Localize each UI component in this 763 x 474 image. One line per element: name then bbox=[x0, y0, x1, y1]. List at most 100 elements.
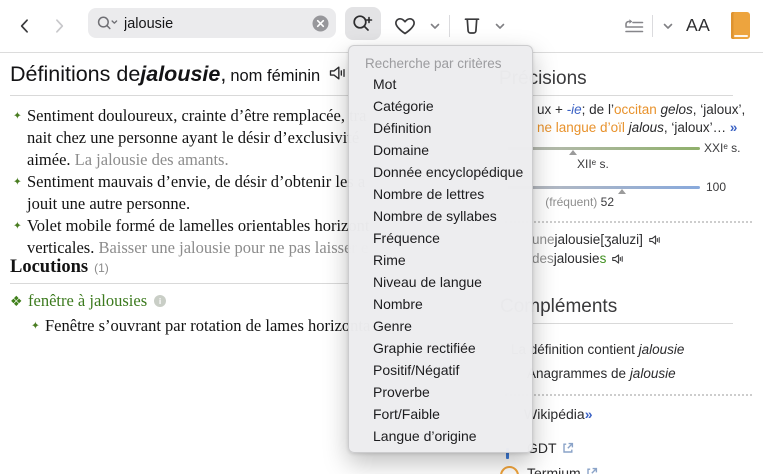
etym-text: ux + bbox=[537, 102, 567, 117]
menu-item-proverbe[interactable]: Proverbe bbox=[349, 381, 532, 403]
etymology-line: ne langue d’oïl jalous, ‘jaloux’… » bbox=[537, 120, 737, 135]
pronounced-word: jalousie bbox=[555, 232, 601, 247]
menu-item-genre[interactable]: Genre bbox=[349, 315, 532, 337]
complements-divider bbox=[508, 323, 733, 324]
headword: jalousie bbox=[140, 62, 220, 87]
menu-item-rime[interactable]: Rime bbox=[349, 249, 532, 271]
dictionary-book-icon[interactable] bbox=[731, 12, 750, 39]
menu-item-definition[interactable]: Définition bbox=[349, 117, 532, 139]
menu-header: Recherche par critères bbox=[349, 55, 532, 73]
speaker-icon[interactable] bbox=[648, 233, 662, 250]
text-size-button[interactable]: AA bbox=[686, 15, 710, 36]
list-arrow-icon bbox=[621, 14, 647, 38]
menu-item-categorie[interactable]: Catégorie bbox=[349, 95, 532, 117]
panels-menu-button[interactable] bbox=[660, 19, 676, 33]
menu-item-langue-origine[interactable]: Langue d’origine bbox=[349, 425, 532, 447]
definition-line: nait chez une personne ayant le désir d’… bbox=[27, 128, 359, 148]
bullet-icon: ✦ bbox=[31, 320, 40, 332]
locution-bullet-icon: ❖ bbox=[10, 294, 23, 310]
etym-text: , ‘jaloux’, bbox=[693, 102, 746, 117]
definition-text: Sentiment douloureux, crainte d’être rem… bbox=[27, 106, 366, 125]
definition-line: verticales. Baisser une jalousie pour ne… bbox=[27, 238, 368, 258]
menu-item-fort-faible[interactable]: Fort/Faible bbox=[349, 403, 532, 425]
menu-item-domaine[interactable]: Domaine bbox=[349, 139, 532, 161]
locution-link[interactable]: fenêtre à jalousies i bbox=[28, 291, 166, 311]
section-dotted-divider bbox=[505, 394, 752, 396]
definition-text: Volet mobile formé de lamelles orientabl… bbox=[27, 216, 369, 235]
termium-label: Termium bbox=[527, 465, 581, 474]
complement-link[interactable]: Anagrammes de jalousie bbox=[527, 366, 676, 381]
century-timeline bbox=[508, 147, 700, 150]
definition-text: nait chez une personne ayant le désir d’… bbox=[27, 128, 359, 147]
search-criteria-menu: Recherche par critères Mot Catégorie Déf… bbox=[348, 45, 533, 453]
determiner: une bbox=[532, 232, 555, 247]
speaker-icon[interactable] bbox=[611, 252, 625, 269]
timeline-marker bbox=[569, 150, 577, 155]
search-field[interactable] bbox=[88, 8, 336, 38]
menu-item-frequence[interactable]: Fréquence bbox=[349, 227, 532, 249]
frequency-max-label: 100 bbox=[706, 180, 726, 194]
favorites-button[interactable] bbox=[391, 13, 419, 39]
etym-language: ne langue d’oïl bbox=[537, 120, 629, 135]
search-plus-icon bbox=[351, 12, 375, 36]
complement-link[interactable]: La définition contient jalousie bbox=[511, 342, 684, 357]
determiner: des bbox=[532, 251, 554, 266]
pronunciation-row: une jalousie [ʒaluzi] bbox=[532, 231, 662, 248]
bullet-icon: ✦ bbox=[13, 176, 22, 188]
heart-icon bbox=[393, 14, 417, 38]
menu-item-nombre-de-syllabes[interactable]: Nombre de syllabes bbox=[349, 205, 532, 227]
termium-link[interactable]: Termium bbox=[527, 465, 598, 474]
menu-item-positif-negatif[interactable]: Positif/Négatif bbox=[349, 359, 532, 381]
frequency-marker bbox=[618, 189, 626, 194]
search-icon bbox=[96, 14, 120, 37]
plural-ending: s bbox=[600, 251, 607, 266]
definition-line: aimée. La jalousie des amants. bbox=[27, 150, 229, 170]
gdt-link[interactable]: GDT bbox=[527, 440, 574, 456]
menu-item-mot[interactable]: Mot bbox=[349, 73, 532, 95]
definition-text: Sentiment mauvais d’envie, de désir d’ob… bbox=[27, 172, 365, 191]
locution-phrase[interactable]: fenêtre à jalousies bbox=[28, 291, 147, 311]
search-by-criteria-button[interactable] bbox=[345, 7, 381, 40]
more-link[interactable]: » bbox=[730, 120, 738, 135]
clear-search-icon[interactable] bbox=[312, 15, 329, 37]
menu-item-donnee-encyclopedique[interactable]: Donnée encyclopédique bbox=[349, 161, 532, 183]
section-dotted-divider bbox=[505, 221, 752, 223]
example-text: La jalousie des amants. bbox=[75, 150, 229, 169]
chevron-down-icon bbox=[428, 19, 442, 33]
complement-word: jalousie bbox=[639, 342, 685, 357]
info-icon[interactable]: i bbox=[154, 295, 166, 307]
etym-text: ; de l’ bbox=[582, 102, 614, 117]
bullet-icon: ✦ bbox=[13, 110, 22, 122]
timeline-marker-label: XIIᵉ s. bbox=[577, 157, 609, 171]
etym-word: gelos bbox=[657, 102, 693, 117]
toolbar-separator bbox=[652, 15, 653, 37]
locutions-count: (1) bbox=[94, 261, 109, 275]
speaker-icon[interactable] bbox=[328, 63, 348, 88]
part-of-speech: nom féminin bbox=[230, 67, 320, 86]
frequency-bar bbox=[508, 186, 700, 189]
wikipedia-link[interactable]: Wikipédia » bbox=[524, 406, 593, 422]
definition-text: jouit une autre personne. bbox=[27, 194, 190, 213]
etym-text: , ‘jaloux’… bbox=[664, 120, 730, 135]
menu-item-nombre-de-lettres[interactable]: Nombre de lettres bbox=[349, 183, 532, 205]
chevron-right-icon bbox=[49, 14, 69, 38]
favorites-menu-button[interactable] bbox=[427, 19, 443, 33]
basket-button[interactable] bbox=[458, 13, 486, 39]
definition-text: aimée. bbox=[27, 150, 75, 169]
search-input[interactable] bbox=[122, 8, 302, 40]
back-button[interactable] bbox=[14, 14, 36, 38]
pronunciation-row: des jalousies bbox=[532, 250, 625, 267]
basket-menu-button[interactable] bbox=[492, 19, 508, 33]
more-chevrons: » bbox=[585, 406, 593, 422]
reading-list-button[interactable] bbox=[620, 14, 648, 38]
menu-item-nombre[interactable]: Nombre bbox=[349, 293, 532, 315]
locutions-heading: Locutions (1) bbox=[10, 257, 109, 278]
locutions-title: Locutions bbox=[10, 257, 88, 278]
forward-button[interactable] bbox=[48, 14, 70, 38]
complement-text: Anagrammes de bbox=[527, 366, 630, 381]
external-link-icon bbox=[562, 441, 574, 457]
definition-text: Fenêtre s’ouvrant par rotation de lames … bbox=[45, 316, 370, 335]
menu-item-graphie-rectifiee[interactable]: Graphie rectifiée bbox=[349, 337, 532, 359]
frequency-value: 52 bbox=[601, 195, 614, 209]
menu-item-niveau-de-langue[interactable]: Niveau de langue bbox=[349, 271, 532, 293]
